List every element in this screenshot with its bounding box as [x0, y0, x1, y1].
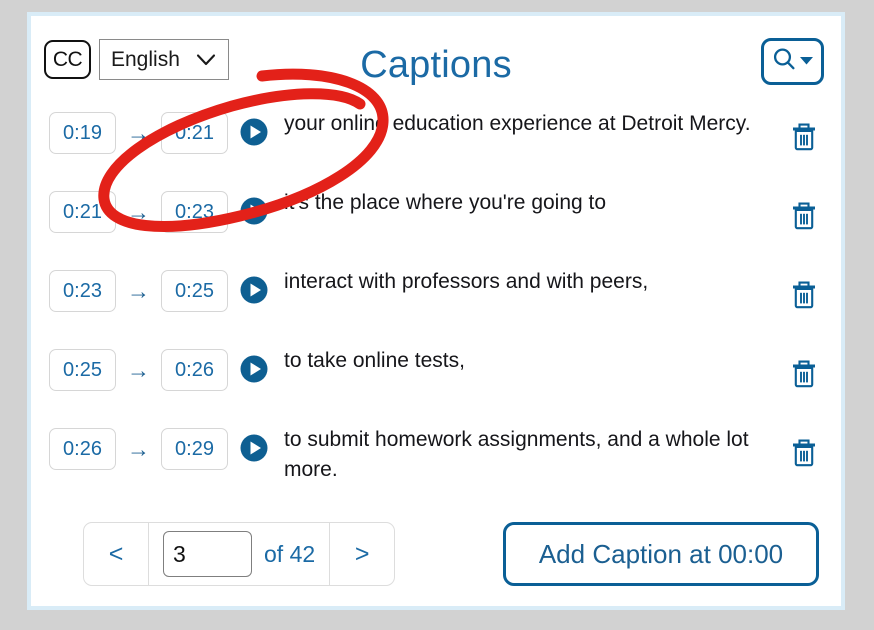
page-title: Captions [360, 44, 512, 86]
caption-end-time[interactable]: 0:25 [161, 270, 228, 312]
caption-start-time[interactable]: 0:26 [49, 428, 116, 470]
play-circle-icon[interactable] [239, 117, 269, 147]
caption-end-time[interactable]: 0:21 [161, 112, 228, 154]
previous-page-button[interactable]: < [84, 523, 149, 585]
caption-start-time[interactable]: 0:23 [49, 270, 116, 312]
next-page-button[interactable]: > [329, 523, 394, 585]
caption-start-time-value: 0:21 [63, 200, 102, 223]
caption-text[interactable]: interact with professors and with peers, [284, 267, 784, 297]
caption-start-time-value: 0:26 [63, 437, 102, 460]
play-circle-icon[interactable] [239, 196, 269, 226]
trash-icon[interactable] [789, 120, 819, 152]
caption-row: 0:19 → 0:21 your online education experi… [31, 104, 841, 183]
time-range-arrow-icon: → [127, 356, 150, 383]
add-caption-button[interactable]: Add Caption at 00:00 [503, 522, 819, 586]
caption-start-time[interactable]: 0:19 [49, 112, 116, 154]
caption-start-time[interactable]: 0:25 [49, 349, 116, 391]
time-range-arrow-icon: → [127, 435, 150, 462]
caption-start-time-value: 0:19 [63, 121, 102, 144]
time-range-arrow-icon: → [127, 119, 150, 146]
caption-end-time-value: 0:29 [175, 437, 214, 460]
caption-end-time-value: 0:26 [175, 358, 214, 381]
caption-end-time-value: 0:25 [175, 279, 214, 302]
caption-text[interactable]: it's the place where you're going to [284, 188, 784, 218]
caption-end-time-value: 0:21 [175, 121, 214, 144]
search-button[interactable] [761, 38, 824, 85]
page-total-label: of 42 [264, 540, 316, 567]
caption-end-time[interactable]: 0:23 [161, 191, 228, 233]
caption-text[interactable]: to submit homework assignments, and a wh… [284, 425, 784, 485]
trash-icon[interactable] [789, 199, 819, 231]
time-range-arrow-icon: → [127, 277, 150, 304]
caption-row: 0:25 → 0:26 to take online tests, [31, 341, 841, 420]
play-circle-icon[interactable] [239, 354, 269, 384]
caret-down-icon [799, 53, 814, 71]
caption-text[interactable]: your online education experience at Detr… [284, 109, 784, 139]
caption-end-time[interactable]: 0:29 [161, 428, 228, 470]
caption-row: 0:26 → 0:29 to submit homework assignmen… [31, 420, 841, 499]
trash-icon[interactable] [789, 436, 819, 468]
trash-icon[interactable] [789, 357, 819, 389]
panel-footer: < of 42 > Add Caption at 00:00 [31, 522, 841, 586]
pagination-control: < of 42 > [83, 522, 396, 586]
captions-panel: CC English Captions 0:19 → 0:21 your onl… [27, 12, 845, 610]
captions-list: 0:19 → 0:21 your online education experi… [31, 104, 841, 499]
caption-start-time-value: 0:25 [63, 358, 102, 381]
caption-row: 0:21 → 0:23 it's the place where you're … [31, 183, 841, 262]
time-range-arrow-icon: → [127, 198, 150, 225]
caption-text[interactable]: to take online tests, [284, 346, 784, 376]
play-circle-icon[interactable] [239, 275, 269, 305]
play-circle-icon[interactable] [239, 433, 269, 463]
panel-header: CC English Captions [31, 16, 841, 96]
caption-end-time-value: 0:23 [175, 200, 214, 223]
search-icon [771, 46, 798, 78]
caption-row: 0:23 → 0:25 interact with professors and… [31, 262, 841, 341]
caption-start-time-value: 0:23 [63, 279, 102, 302]
caption-end-time[interactable]: 0:26 [161, 349, 228, 391]
caption-start-time[interactable]: 0:21 [49, 191, 116, 233]
page-number-input[interactable] [163, 531, 252, 577]
trash-icon[interactable] [789, 278, 819, 310]
